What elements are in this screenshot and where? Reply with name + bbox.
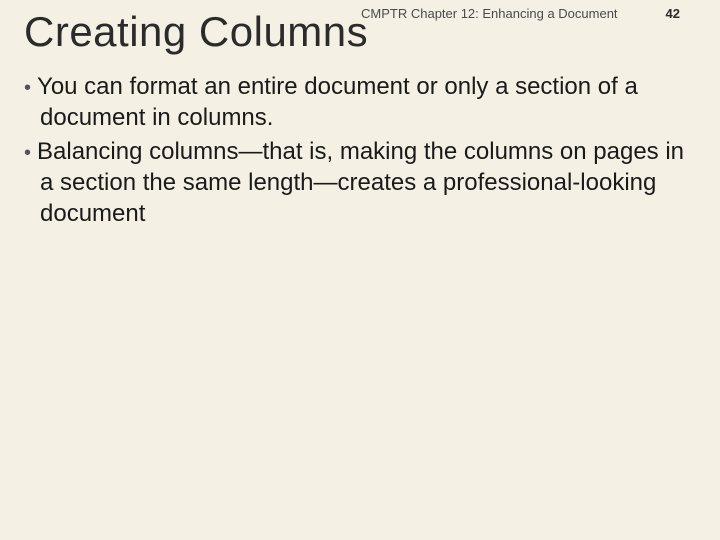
bullet-icon: • — [24, 142, 37, 164]
list-item: •Balancing columns—that is, making the c… — [24, 137, 690, 229]
list-item: •You can format an entire document or on… — [24, 72, 690, 133]
slide-body: •You can format an entire document or on… — [24, 72, 690, 234]
page-number: 42 — [666, 6, 680, 21]
bullet-list: •You can format an entire document or on… — [24, 72, 690, 230]
slide: CMPTR Chapter 12: Enhancing a Document 4… — [0, 0, 720, 540]
chapter-label: CMPTR Chapter 12: Enhancing a Document — [361, 6, 618, 21]
bullet-text: Balancing columns—that is, making the co… — [37, 138, 684, 226]
bullet-text: You can format an entire document or onl… — [37, 73, 638, 131]
slide-title: Creating Columns — [24, 8, 368, 56]
bullet-icon: • — [24, 77, 37, 99]
header-meta: CMPTR Chapter 12: Enhancing a Document 4… — [361, 6, 680, 21]
